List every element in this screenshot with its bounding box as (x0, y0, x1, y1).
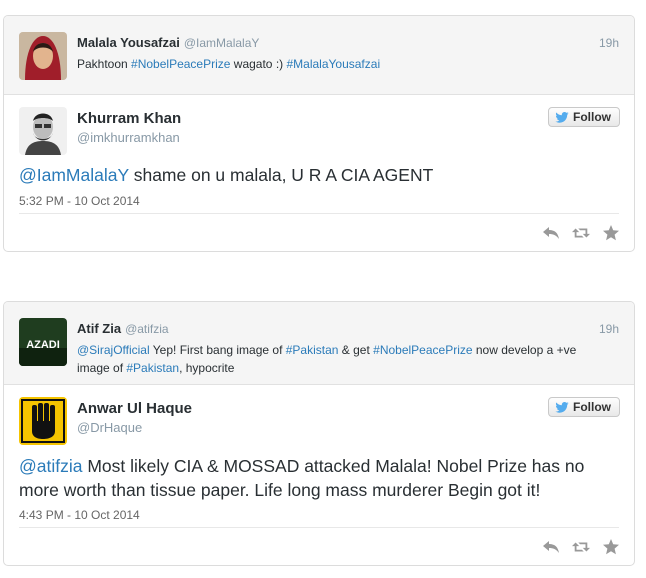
hashtag-link[interactable]: #NobelPeacePrize (373, 343, 472, 357)
author-handle[interactable]: @DrHaque (77, 420, 142, 435)
hashtag-link[interactable]: #Pakistan (286, 343, 339, 357)
parent-tweet[interactable]: Malala Yousafzai @IamMalalaY 19h Pakhtoon… (4, 16, 634, 95)
tweet-text: @IamMalalaY shame on u malala, U R A CIA… (19, 165, 434, 185)
tweet-actions (542, 539, 620, 555)
hashtag-link[interactable]: #NobelPeacePrize (131, 57, 230, 71)
avatar-logo-text: AZADI (26, 339, 60, 351)
mention-link[interactable]: @atifzia (19, 456, 82, 476)
author-name[interactable]: Khurram Khan (77, 110, 181, 127)
retweet-icon[interactable] (572, 225, 590, 241)
reply-icon[interactable] (542, 539, 560, 555)
reply-icon[interactable] (542, 225, 560, 241)
favorite-star-icon[interactable] (602, 539, 620, 555)
favorite-star-icon[interactable] (602, 225, 620, 241)
avatar[interactable] (19, 32, 67, 80)
tweet-actions (542, 225, 620, 241)
parent-handle[interactable]: @atifzia (125, 322, 169, 336)
follow-button[interactable]: Follow (548, 107, 620, 127)
twitter-bird-icon (555, 401, 569, 413)
parent-time[interactable]: 19h (599, 36, 619, 50)
parent-text: Pakhtoon #NobelPeacePrize wagato :) #Mal… (77, 57, 381, 71)
author-name[interactable]: Anwar Ul Haque (77, 400, 192, 417)
author-handle[interactable]: @imkhurramkhan (77, 130, 180, 145)
mention-link[interactable]: @SirajOfficial (77, 343, 150, 357)
tweet-card-2: AZADI Atif Zia @atifzia 19h @SirajOfficia… (3, 301, 635, 566)
tweet-text: @atifzia Most likely CIA & MOSSAD attack… (19, 456, 585, 500)
follow-button[interactable]: Follow (548, 397, 620, 417)
tweet-card-1: Malala Yousafzai @IamMalalaY 19h Pakhtoon… (3, 15, 635, 252)
tweet-timestamp[interactable]: 4:43 PM - 10 Oct 2014 (19, 508, 140, 522)
divider (19, 213, 619, 214)
retweet-icon[interactable] (572, 539, 590, 555)
parent-time[interactable]: 19h (599, 322, 619, 336)
twitter-bird-icon (555, 111, 569, 123)
parent-text: @SirajOfficial Yep! First bang image of … (77, 343, 577, 375)
parent-tweet[interactable]: AZADI Atif Zia @atifzia 19h @SirajOfficia… (4, 302, 634, 385)
hashtag-link[interactable]: #MalalaYousafzai (286, 57, 380, 71)
parent-author[interactable]: Malala Yousafzai @IamMalalaY (77, 35, 259, 50)
parent-author[interactable]: Atif Zia @atifzia (77, 321, 169, 336)
parent-handle[interactable]: @IamMalalaY (184, 36, 260, 50)
avatar[interactable] (19, 107, 67, 155)
tweet-timestamp[interactable]: 5:32 PM - 10 Oct 2014 (19, 194, 140, 208)
mention-link[interactable]: @IamMalalaY (19, 165, 129, 185)
avatar[interactable]: AZADI (19, 318, 67, 366)
hashtag-link[interactable]: #Pakistan (126, 361, 179, 375)
divider (19, 527, 619, 528)
avatar[interactable] (19, 397, 67, 445)
